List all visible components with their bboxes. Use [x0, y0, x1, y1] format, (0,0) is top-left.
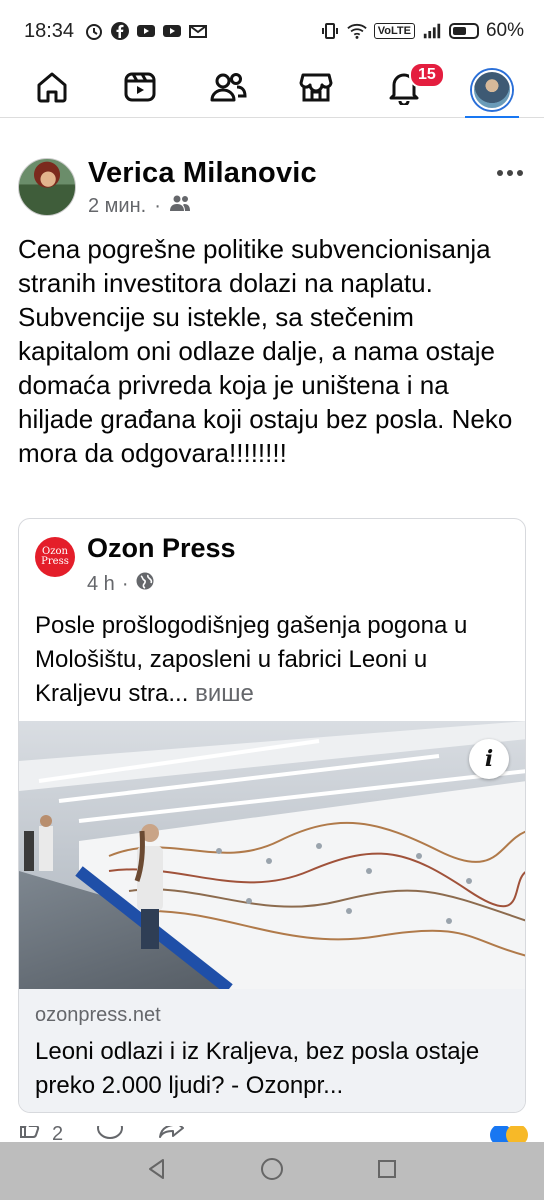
more-dot-icon — [517, 170, 523, 176]
home-circle-icon — [259, 1156, 285, 1187]
see-more-link[interactable]: више — [195, 680, 254, 707]
status-left: 18:34 — [24, 20, 208, 43]
page-name[interactable]: Ozon Press — [87, 533, 236, 563]
back-icon — [145, 1157, 169, 1186]
facebook-icon — [110, 21, 130, 41]
feed-separator — [0, 118, 544, 146]
system-nav-bar — [0, 1142, 544, 1200]
post-text: Cena pogrešne politike subvencionisanja … — [18, 234, 513, 468]
battery-icon — [448, 23, 479, 39]
shared-post-card[interactable]: Ozon Press Ozon Press 4 h · Posle prošlo… — [18, 518, 526, 1113]
nav-profile[interactable] — [457, 62, 527, 119]
time-separator: · — [121, 572, 129, 595]
notification-badge: 15 — [409, 61, 445, 88]
youtube-icon — [162, 21, 182, 41]
home-button[interactable] — [254, 1153, 290, 1189]
more-dot-icon — [497, 170, 503, 176]
more-dot-icon — [507, 170, 513, 176]
author-name[interactable]: Verica Milanovic — [88, 158, 317, 188]
link-preview-footer[interactable]: ozonpress.net Leoni odlazi i iz Kraljeva… — [19, 989, 525, 1112]
back-button[interactable] — [139, 1153, 175, 1189]
friends-icon — [169, 194, 191, 218]
battery-level — [452, 27, 467, 35]
shared-post-header: Ozon Press Ozon Press 4 h · — [35, 533, 236, 597]
vibrate-icon — [320, 21, 340, 41]
home-icon — [34, 69, 70, 110]
nav-home[interactable] — [17, 62, 87, 118]
globe-icon — [135, 571, 155, 597]
post-time-row: 2 мин. · — [88, 194, 317, 218]
page-time-row: 4 h · — [87, 571, 236, 597]
youtube-icon — [136, 21, 156, 41]
marketplace-icon — [298, 69, 334, 110]
page-meta: Ozon Press 4 h · — [87, 533, 236, 597]
status-right: VoLTE 60% — [320, 20, 524, 42]
logo-text-bottom: Press — [41, 556, 69, 567]
factory-photo — [19, 721, 525, 989]
post-time[interactable]: 2 мин. — [88, 195, 146, 218]
info-button[interactable]: i — [469, 739, 509, 779]
shared-post-text: Posle prošlogodišnjeg gašenja pogona u M… — [35, 609, 515, 711]
avatar — [472, 69, 512, 110]
signal-icon — [422, 21, 442, 41]
reels-icon — [122, 69, 158, 110]
gmail-icon — [188, 21, 208, 41]
nav-friends[interactable] — [193, 62, 263, 118]
volte-indicator: VoLTE — [373, 23, 415, 39]
status-time: 18:34 — [24, 19, 75, 42]
link-domain: ozonpress.net — [35, 1004, 161, 1026]
recents-button[interactable] — [369, 1153, 405, 1189]
link-title: Leoni odlazi i iz Kraljeva, bez posla os… — [35, 1038, 480, 1099]
time-separator: · — [154, 194, 161, 217]
nav-notifications[interactable]: 15 — [369, 61, 445, 118]
top-nav: 15 — [0, 61, 544, 119]
page-logo[interactable]: Ozon Press — [35, 537, 75, 577]
nav-marketplace[interactable] — [281, 62, 351, 118]
shared-post-time[interactable]: 4 h — [87, 573, 115, 596]
link-preview-image[interactable]: i — [19, 721, 525, 989]
author-avatar[interactable] — [18, 158, 76, 216]
author-meta: Verica Milanovic 2 мин. · — [88, 158, 317, 222]
alarm-icon — [84, 21, 104, 41]
recents-icon — [375, 1157, 399, 1186]
battery-percent: 60% — [485, 20, 524, 41]
status-bar: 18:34 VoLTE 60% — [0, 0, 544, 62]
post-header: Verica Milanovic 2 мин. · — [18, 158, 528, 222]
friends-icon — [209, 69, 247, 110]
nav-reels[interactable] — [105, 62, 175, 118]
wifi-icon — [347, 21, 367, 41]
post-options-button[interactable] — [492, 158, 528, 188]
